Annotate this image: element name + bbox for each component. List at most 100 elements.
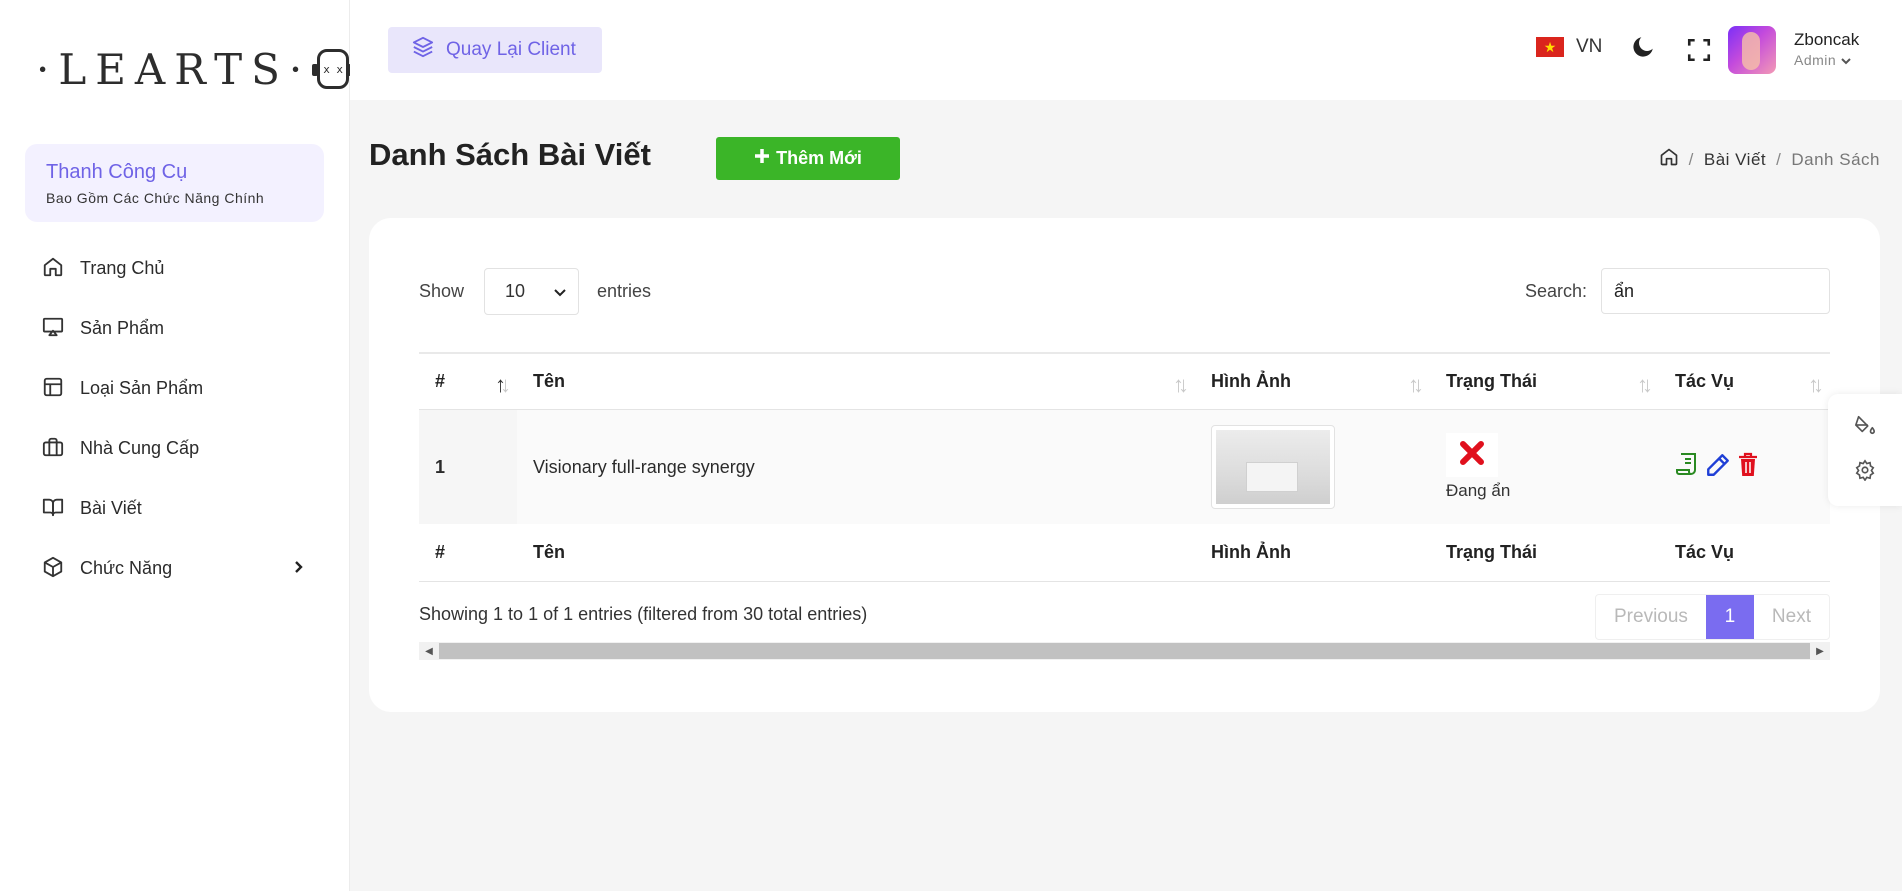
sort-icon: ↑↓ [1173,372,1189,397]
sidebar-item-posts[interactable]: Bài Viết [0,478,349,538]
sidebar-item-suppliers[interactable]: Nhà Cung Cấp [0,418,349,478]
sidebar-item-label: Sản Phẩm [80,317,165,338]
user-role-dropdown[interactable]: Admin [1794,52,1851,68]
scroll-left-icon[interactable]: ◀ [419,646,439,657]
footer-actions: Tác Vụ [1675,542,1735,562]
user-name[interactable]: Zboncak [1794,30,1859,50]
sidebar-menu: Trang Chủ Sản Phẩm Loại Sản Phẩm Nhà Cun… [0,238,349,598]
book-icon [42,496,66,520]
column-header-name[interactable]: Tên ↑↓ [517,354,1195,409]
back-button-label: Quay Lại Client [446,39,576,60]
sidebar-item-product-types[interactable]: Loại Sản Phẩm [0,358,349,418]
back-to-client-button[interactable]: Quay Lại Client [388,27,602,73]
pagination-page[interactable]: 1 [1705,595,1754,639]
pagination-previous[interactable]: Previous [1596,595,1706,639]
fullscreen-button[interactable] [1686,37,1712,68]
horizontal-scrollbar[interactable]: ◀ ▶ [419,642,1830,660]
edit-pencil-icon[interactable] [1705,452,1731,483]
table-info: Showing 1 to 1 of 1 entries (filtered fr… [419,604,868,624]
toolbox-panel: Thanh Công Cụ Bao Gồm Các Chức Năng Chín… [25,144,324,222]
row-image [1195,410,1430,524]
pagination: Previous 1 Next [1595,594,1830,640]
page-length-value: 10 [505,281,526,301]
post-image [1216,430,1330,504]
logo-text: ·LEARTS· [36,44,312,94]
toolbox-title: Thanh Công Cụ [46,161,188,183]
posts-table: # ↑↓ Tên ↑↓ Hình Ảnh ↑↓ Trạng Thái ↑↓ Tá… [419,352,1830,582]
sidebar-item-home[interactable]: Trang Chủ [0,238,349,298]
pagination-next[interactable]: Next [1754,595,1829,639]
delete-trash-icon[interactable] [1737,452,1759,483]
settings-gear-icon[interactable] [1854,459,1876,486]
status-toggle-button[interactable] [1446,433,1498,477]
paint-bucket-icon[interactable] [1854,414,1876,441]
toolbox-subtitle: Bao Gồm Các Chức Năng Chính [46,190,265,206]
language-switcher[interactable]: ★ VN [1536,36,1602,58]
column-header-status[interactable]: Trạng Thái ↑↓ [1430,354,1659,409]
sidebar-item-products[interactable]: Sản Phẩm [0,298,349,358]
row-actions [1659,410,1830,524]
posts-table-card: Show 10 entries Search: # ↑↓ Tên ↑↓ Hình… [369,218,1880,712]
cross-icon [1458,439,1486,472]
sidebar-item-functions[interactable]: Chức Năng [0,538,349,598]
user-role: Admin [1794,52,1837,68]
avatar[interactable] [1728,26,1776,74]
chevron-right-icon [293,558,305,579]
row-status: Đang ẩn [1430,410,1659,524]
add-new-button[interactable]: Thêm Mới [716,137,900,180]
entries-label: entries [597,281,652,301]
table-row: 1 Visionary full-range synergy Đang ẩn [419,410,1830,524]
search-input[interactable] [1601,268,1830,314]
plus-icon [754,148,770,169]
column-header-actions[interactable]: Tác Vụ ↑↓ [1659,354,1830,409]
sort-icon: ↑↓ [1637,372,1653,397]
chevron-down-icon [554,281,566,302]
column-header-index[interactable]: # ↑↓ [419,354,517,409]
sidebar-item-label: Trang Chủ [80,257,165,278]
language-code: VN [1576,36,1603,57]
page-title: Danh Sách Bài Viết [369,137,651,172]
table-footer: # Tên Hình Ảnh Trạng Thái Tác Vụ [419,524,1830,582]
sidebar-item-label: Loại Sản Phẩm [80,377,204,398]
page-length-select[interactable]: 10 [484,268,580,315]
page-length-control: Show 10 entries [419,268,651,315]
breadcrumb: / Bài Viết / Danh Sách [1659,147,1880,172]
sort-ascending-icon: ↑↓ [495,372,511,397]
column-header-label: Tác Vụ [1675,371,1735,391]
sidebar-item-label: Chức Năng [80,557,173,578]
view-details-icon[interactable] [1675,452,1699,483]
column-header-label: Trạng Thái [1446,371,1538,391]
table-header: # ↑↓ Tên ↑↓ Hình Ảnh ↑↓ Trạng Thái ↑↓ Tá… [419,352,1830,410]
layers-icon [412,36,434,64]
sidebar: ·LEARTS· x x Thanh Công Cụ Bao Gồm Các C… [0,0,354,891]
layout-icon [42,376,66,400]
scrollbar-thumb[interactable] [439,643,1810,659]
customizer-panel [1828,394,1902,506]
add-button-label: Thêm Mới [776,148,862,168]
search-label: Search: [1524,280,1587,301]
show-label: Show [419,281,465,301]
breadcrumb-separator: / [1776,149,1782,169]
breadcrumb-separator: / [1688,149,1694,169]
sort-icon: ↑↓ [1808,372,1824,397]
row-name: Visionary full-range synergy [517,410,1195,524]
sidebar-item-label: Nhà Cung Cấp [80,437,200,458]
column-header-label: # [435,371,446,391]
breadcrumb-home-icon[interactable] [1659,147,1679,172]
column-header-label: Tên [533,371,566,391]
chevron-down-icon [1840,52,1851,68]
dark-mode-toggle[interactable] [1630,34,1656,65]
cube-icon [42,556,66,580]
breadcrumb-posts[interactable]: Bài Viết [1704,150,1766,170]
footer-status: Trạng Thái [1446,542,1538,562]
scroll-right-icon[interactable]: ▶ [1810,646,1830,657]
briefcase-icon [42,436,66,460]
column-header-image[interactable]: Hình Ảnh ↑↓ [1195,354,1430,409]
post-thumbnail[interactable] [1211,425,1335,509]
footer-image: Hình Ảnh [1211,542,1291,562]
logo[interactable]: ·LEARTS· x x [0,0,354,138]
topbar: Quay Lại Client ★ VN Zboncak Admin [350,0,1902,100]
breadcrumb-list: Danh Sách [1791,149,1880,169]
fullscreen-icon [1686,38,1712,67]
vietnam-flag-icon: ★ [1536,37,1564,57]
